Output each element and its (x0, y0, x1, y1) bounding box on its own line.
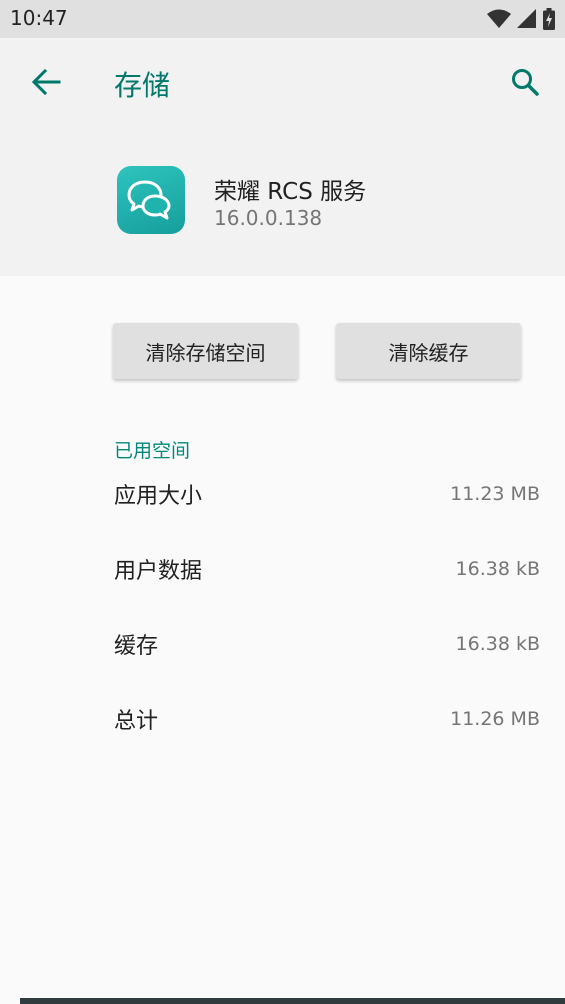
bottom-edge-bar (20, 998, 565, 1004)
section-title-used-space: 已用空间 (114, 440, 191, 462)
app-name: 荣耀 RCS 服务 (214, 179, 367, 205)
row-value: 16.38 kB (455, 558, 540, 580)
storage-row-cache: 缓存 16.38 kB (114, 624, 540, 664)
chat-bubbles-icon (127, 180, 171, 220)
clear-storage-button[interactable]: 清除存储空间 (113, 323, 298, 379)
row-label: 缓存 (114, 634, 159, 659)
row-label: 应用大小 (114, 484, 203, 509)
storage-row-app-size: 应用大小 11.23 MB (114, 474, 540, 514)
cellular-signal-icon (517, 9, 536, 28)
clear-cache-button[interactable]: 清除缓存 (336, 323, 521, 379)
row-label: 用户数据 (114, 559, 203, 584)
battery-icon (543, 8, 555, 30)
status-time: 10:47 (10, 6, 68, 30)
search-button[interactable] (503, 62, 547, 102)
arrow-back-icon (31, 69, 61, 95)
status-bar: 10:47 (0, 0, 565, 38)
back-button[interactable] (24, 62, 68, 102)
wifi-icon (487, 9, 511, 28)
app-header: 存储 荣耀 RCS 服务 16.0.0.138 (0, 38, 565, 276)
search-icon (512, 69, 539, 96)
app-version: 16.0.0.138 (214, 206, 323, 230)
page-title: 存储 (114, 69, 171, 102)
row-value: 16.38 kB (455, 633, 540, 655)
row-value: 11.26 MB (450, 708, 540, 730)
storage-row-user-data: 用户数据 16.38 kB (114, 549, 540, 589)
row-label: 总计 (114, 709, 159, 734)
status-icons (487, 8, 555, 30)
row-value: 11.23 MB (450, 483, 540, 505)
storage-row-total: 总计 11.26 MB (114, 699, 540, 739)
app-icon (117, 166, 185, 234)
